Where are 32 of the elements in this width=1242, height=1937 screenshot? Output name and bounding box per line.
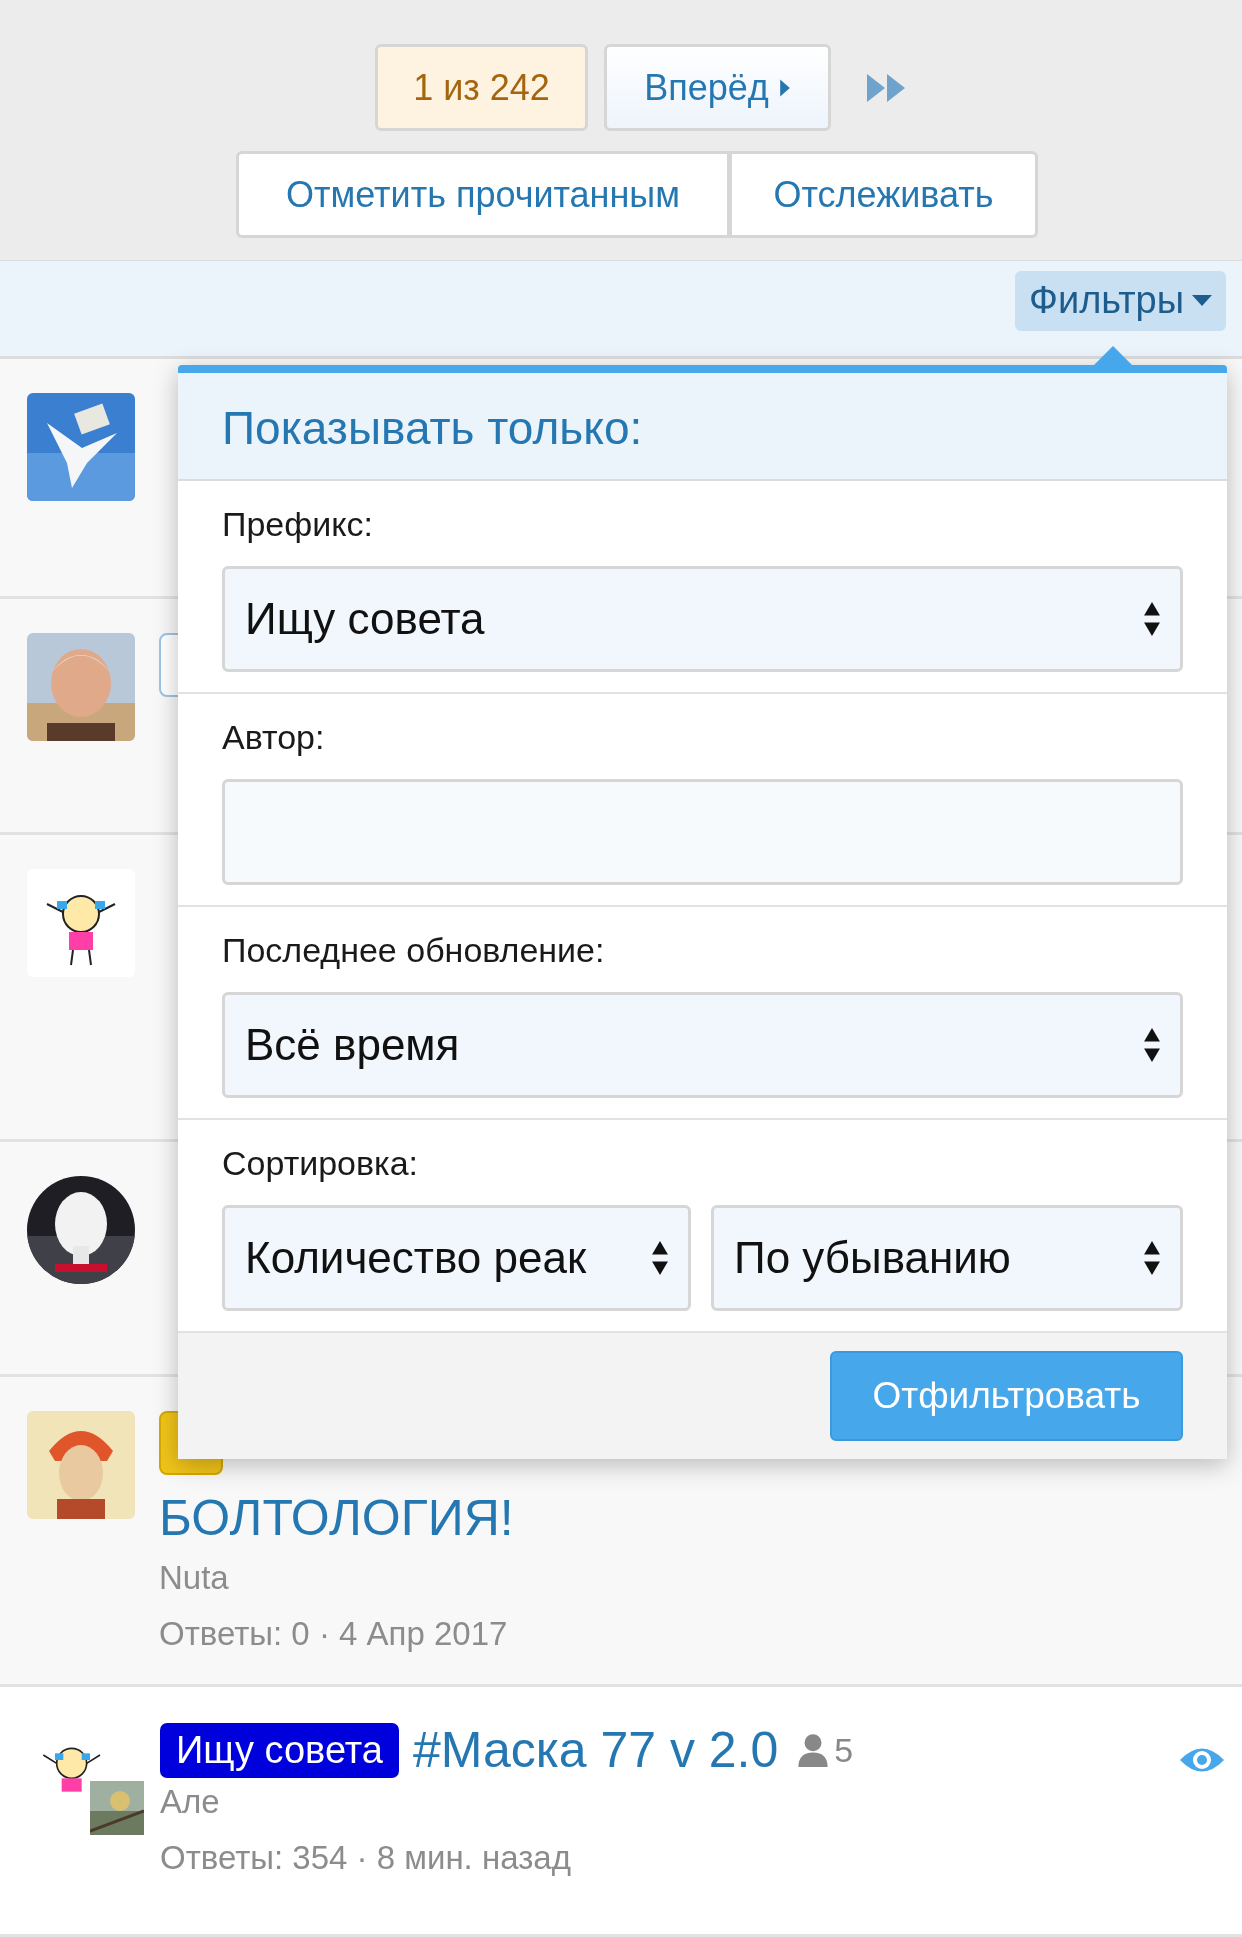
thread-title[interactable]: #Маска 77 v 2.0 [412,1721,779,1779]
thread-action-button[interactable]: Отслеживать [730,151,1038,238]
field-label: Автор: [222,718,326,757]
updown-icon [652,1241,668,1275]
filter-submit-button[interactable]: Отфильтровать [830,1351,1183,1441]
updown-icon [1144,1241,1160,1275]
select-field[interactable]: По убыванию [711,1205,1183,1311]
thread-action-button[interactable]: Отметить прочитанным [236,151,730,238]
page-indicator[interactable]: 1 из 242 [375,44,588,131]
select-field[interactable]: Всё время [222,992,1183,1098]
thread-title[interactable]: БОЛТОЛОГИЯ! [159,1489,514,1547]
participant-count: 5 [834,1730,854,1770]
select-field[interactable]: Ищу совета [222,566,1183,672]
select-field[interactable]: Количество реак [222,1205,691,1311]
caret-icon [1192,294,1212,307]
field-label: Последнее обновление: [222,931,606,970]
filters-button[interactable]: Фильтры [1015,270,1226,331]
thread-author[interactable]: Nuta [159,1559,514,1597]
menu-title: Показывать только: [178,373,1227,481]
last-page-icon[interactable] [867,73,907,102]
thread-meta: Ответы: 354 · 8 мин. назад [160,1839,572,1877]
field-label: Префикс: [222,505,374,544]
updown-icon [1144,1028,1160,1062]
updown-icon [1144,602,1160,636]
thread-meta: Ответы: 0 · 4 Апр 2017 [159,1615,509,1653]
user-icon [798,1733,829,1767]
thread-author[interactable]: Але [160,1783,854,1821]
next-button[interactable]: Вперёд [604,44,831,131]
prefix-tag[interactable]: Ищу совета [160,1722,399,1778]
caret-icon [778,77,791,98]
input-field[interactable] [222,779,1183,885]
field-label: Сортировка: [222,1144,420,1183]
